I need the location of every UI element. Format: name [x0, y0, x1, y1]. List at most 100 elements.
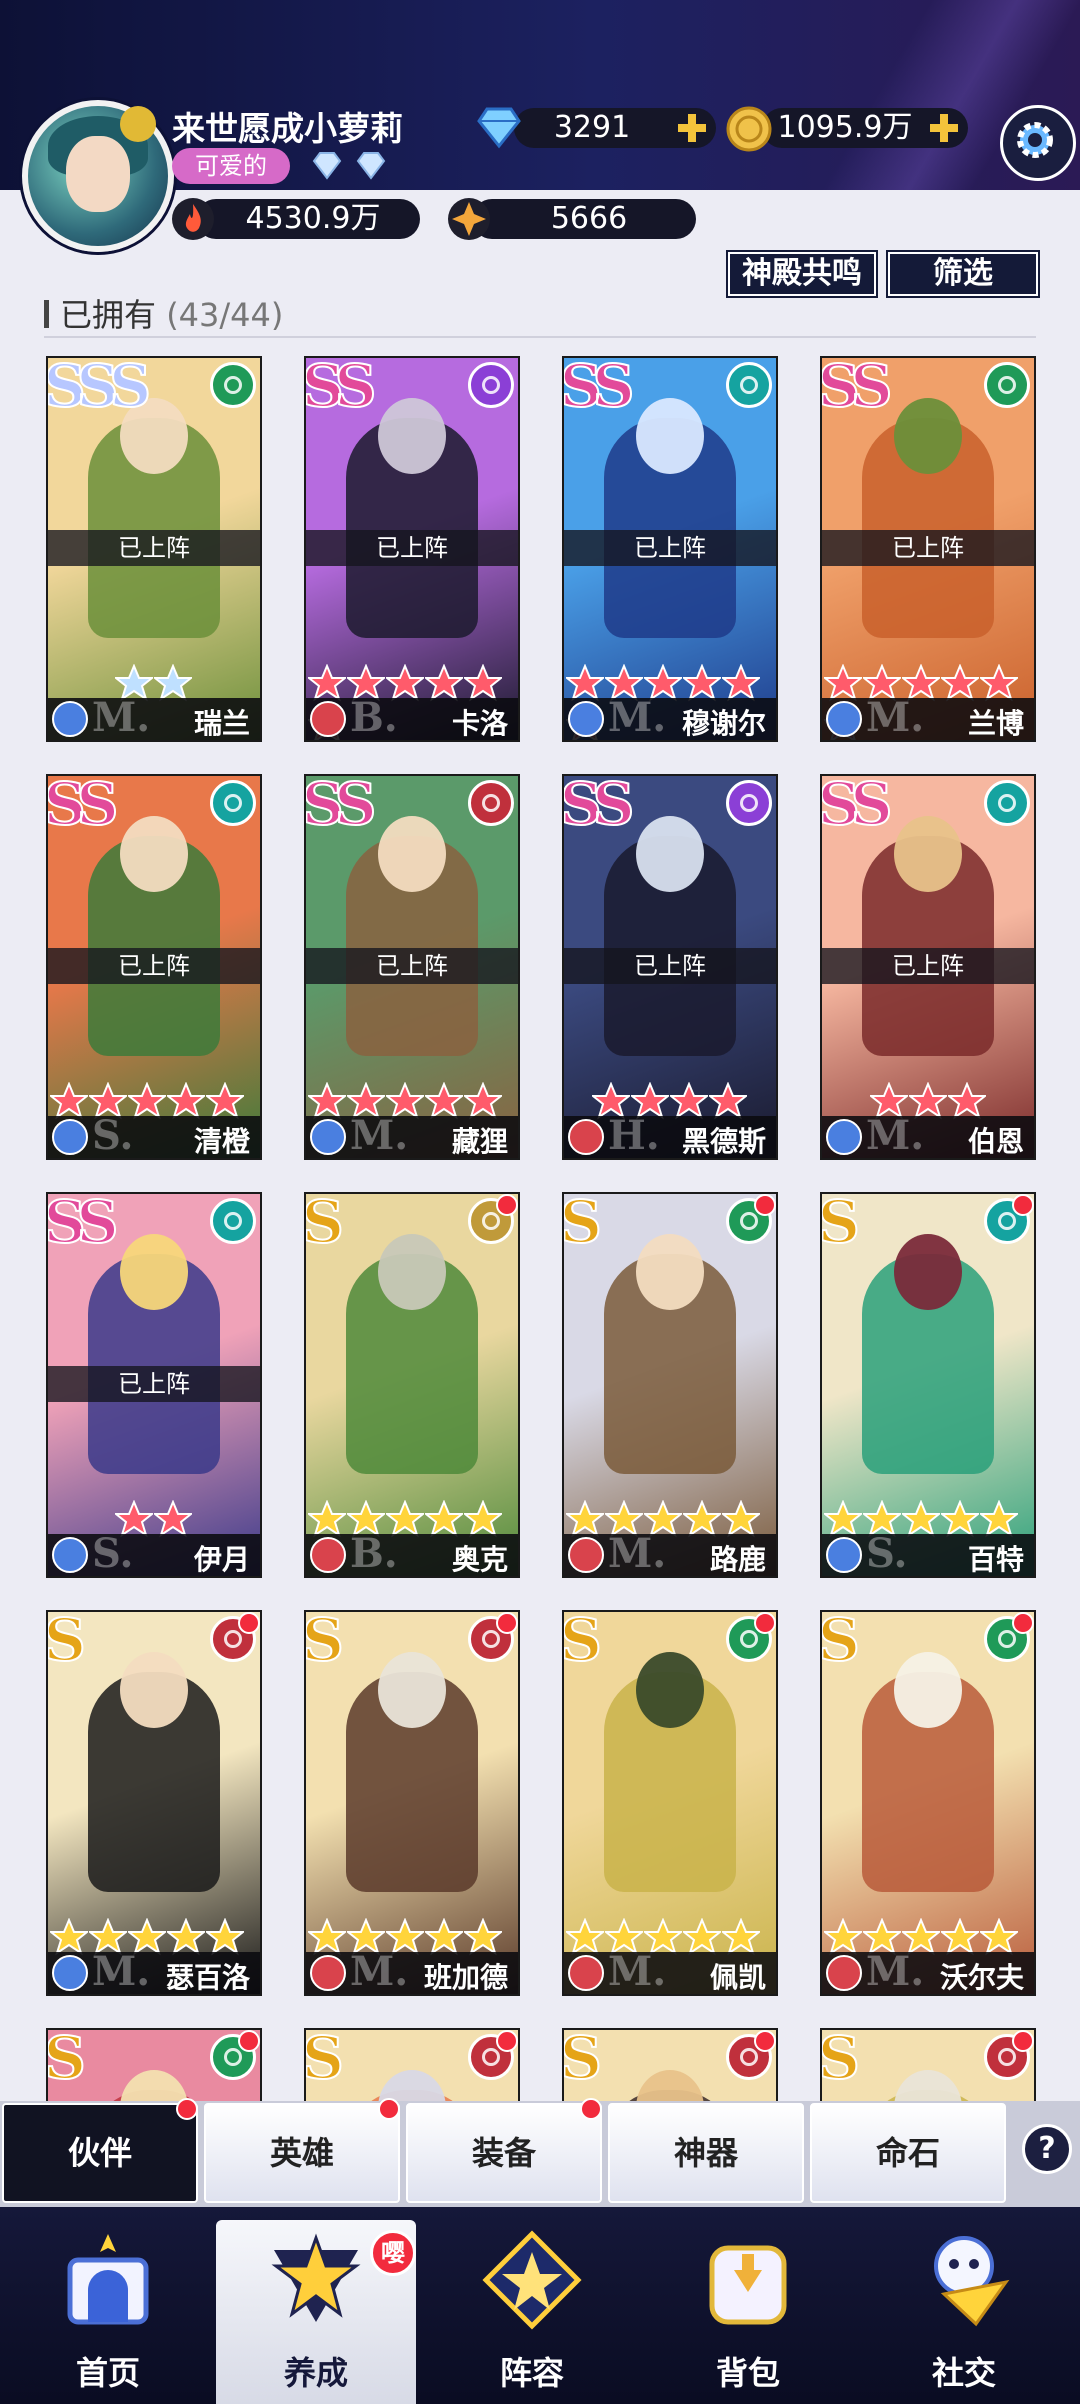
companion-name: 班加德 — [423, 1961, 508, 1994]
nav-label: 首页 — [75, 2354, 140, 2392]
deployed-label: 已上阵 — [564, 948, 776, 984]
card-footer: M. 瑟百洛 — [48, 1948, 260, 1994]
companion-card[interactable]: S M. 沃尔夫 — [820, 1610, 1036, 1996]
add-diamond-icon[interactable] — [676, 112, 708, 144]
companion-card[interactable]: SS 已上阵 B. 卡洛 — [304, 356, 520, 742]
nav-home[interactable]: 首页 — [8, 2220, 208, 2404]
companion-card[interactable]: SS 已上阵 M. 穆谢尔 — [562, 356, 778, 742]
card-footer: H. 黑德斯 — [564, 1112, 776, 1158]
temple-resonance-button[interactable]: 神殿共鸣 — [728, 252, 876, 296]
star-icon — [980, 1500, 1018, 1538]
companion-name: 沃尔夫 — [939, 1961, 1024, 1994]
star-icon — [167, 1082, 205, 1120]
class-letter: M. — [92, 1948, 151, 1995]
class-letter: M. — [608, 1948, 667, 1995]
star-icon — [128, 1082, 166, 1120]
card-figure-head — [378, 398, 446, 474]
companion-card[interactable]: S M. 班加德 — [304, 1610, 520, 1996]
owned-count: (43/44) — [166, 296, 284, 334]
player-avatar[interactable] — [22, 100, 174, 252]
add-gold-icon[interactable] — [928, 112, 960, 144]
companion-card[interactable]: S B. 奥克 — [304, 1192, 520, 1578]
class-type-icon — [52, 1537, 88, 1573]
tab-fate-stones[interactable]: 命石 — [810, 2103, 1006, 2203]
star-icon — [425, 1918, 463, 1956]
nav-social[interactable]: 社交 — [864, 2220, 1064, 2404]
rarity-badge: S — [46, 1610, 87, 1675]
companion-card[interactable]: S — [562, 2028, 778, 2101]
deployed-label: 已上阵 — [48, 1366, 260, 1402]
notification-dot — [378, 2098, 400, 2120]
companion-card[interactable]: SSS 已上阵 M. 瑞兰 — [46, 356, 262, 742]
companion-name: 卡洛 — [451, 707, 508, 740]
faction-dark-icon — [726, 780, 772, 826]
class-type-icon — [310, 1537, 346, 1573]
companion-card[interactable]: SS 已上阵 S. 伊月 — [46, 1192, 262, 1578]
companion-card[interactable]: S M. 路鹿 — [562, 1192, 778, 1578]
class-type-icon — [52, 1119, 88, 1155]
avatar-face — [66, 136, 130, 212]
tab-partners[interactable]: 伙伴 — [2, 2103, 198, 2203]
filter-button[interactable]: 筛选 — [888, 252, 1038, 296]
star-icon — [980, 664, 1018, 702]
rarity-badge: S — [562, 1192, 603, 1257]
notification-dot — [176, 2098, 198, 2120]
companion-card[interactable]: S — [46, 2028, 262, 2101]
rarity-badge: SS — [46, 774, 119, 839]
card-figure-head — [378, 1234, 446, 1310]
star-icon — [566, 664, 604, 702]
help-button[interactable]: ? — [1022, 2124, 1072, 2174]
class-letter: S. — [92, 1112, 134, 1159]
star-icon — [941, 1918, 979, 1956]
nav-lineup[interactable]: 阵容 — [432, 2220, 632, 2404]
class-type-icon — [52, 1955, 88, 1991]
star-icon — [824, 1500, 862, 1538]
notification-dot — [238, 1612, 260, 1634]
class-letter: M. — [608, 694, 667, 741]
companion-card[interactable]: S S. 百特 — [820, 1192, 1036, 1578]
companion-card[interactable]: S M. 佩凯 — [562, 1610, 778, 1996]
star-icon — [683, 664, 721, 702]
gold-balance: 1095.9万 — [762, 108, 968, 148]
companion-card[interactable]: SS 已上阵 H. 黑德斯 — [562, 774, 778, 1160]
card-footer: B. 奥克 — [306, 1530, 518, 1576]
companion-name: 伯恩 — [967, 1125, 1024, 1158]
card-figure-head — [120, 816, 188, 892]
companion-card[interactable]: SS 已上阵 S. 清橙 — [46, 774, 262, 1160]
card-figure-head — [894, 1652, 962, 1728]
player-title-tag[interactable]: 可爱的 — [172, 148, 290, 184]
companion-name: 瑞兰 — [193, 707, 250, 740]
tab-equipment[interactable]: 装备 — [406, 2103, 602, 2203]
nav-bag[interactable]: 背包 — [648, 2220, 848, 2404]
companion-name: 黑德斯 — [681, 1125, 766, 1158]
companion-card[interactable]: SS 已上阵 M. 伯恩 — [820, 774, 1036, 1160]
star-icon — [464, 664, 502, 702]
class-letter: H. — [608, 1112, 660, 1159]
card-footer: M. 穆谢尔 — [564, 694, 776, 740]
diamond-amount: 3291 — [553, 110, 631, 145]
star-icon — [308, 1500, 346, 1538]
companion-card[interactable]: S — [304, 2028, 520, 2101]
owned-header: 已拥有 (43/44) — [44, 290, 283, 336]
tab-artifacts[interactable]: 神器 — [608, 2103, 804, 2203]
nav-label: 阵容 — [499, 2354, 564, 2392]
rarity-badge: S — [820, 1610, 861, 1675]
star-icon — [464, 1500, 502, 1538]
companion-card[interactable]: SS 已上阵 M. 兰博 — [820, 356, 1036, 742]
companion-card[interactable]: SS 已上阵 M. 藏狸 — [304, 774, 520, 1160]
companion-card[interactable]: S — [820, 2028, 1036, 2101]
power-value: 4530.9万 — [245, 201, 381, 236]
card-footer: M. 路鹿 — [564, 1530, 776, 1576]
rarity-badge: S — [304, 1192, 345, 1257]
card-figure-head — [894, 398, 962, 474]
companion-grid: SSS 已上阵 M. 瑞兰 SS 已上阵 B. 卡洛 SS 已上阵 M. 穆谢尔 SS 已上阵 M. 兰博 SS… — [46, 356, 1036, 2101]
star-icon — [50, 1918, 88, 1956]
faction-abyss-icon — [984, 780, 1030, 826]
tab-heroes[interactable]: 英雄 — [204, 2103, 400, 2203]
nav-label: 养成 — [283, 2354, 348, 2392]
companion-card[interactable]: S M. 瑟百洛 — [46, 1610, 262, 1996]
class-letter: M. — [350, 1948, 409, 1995]
faction-dark-icon — [468, 362, 514, 408]
settings-button[interactable] — [1000, 105, 1076, 181]
companion-name: 百特 — [967, 1543, 1024, 1576]
